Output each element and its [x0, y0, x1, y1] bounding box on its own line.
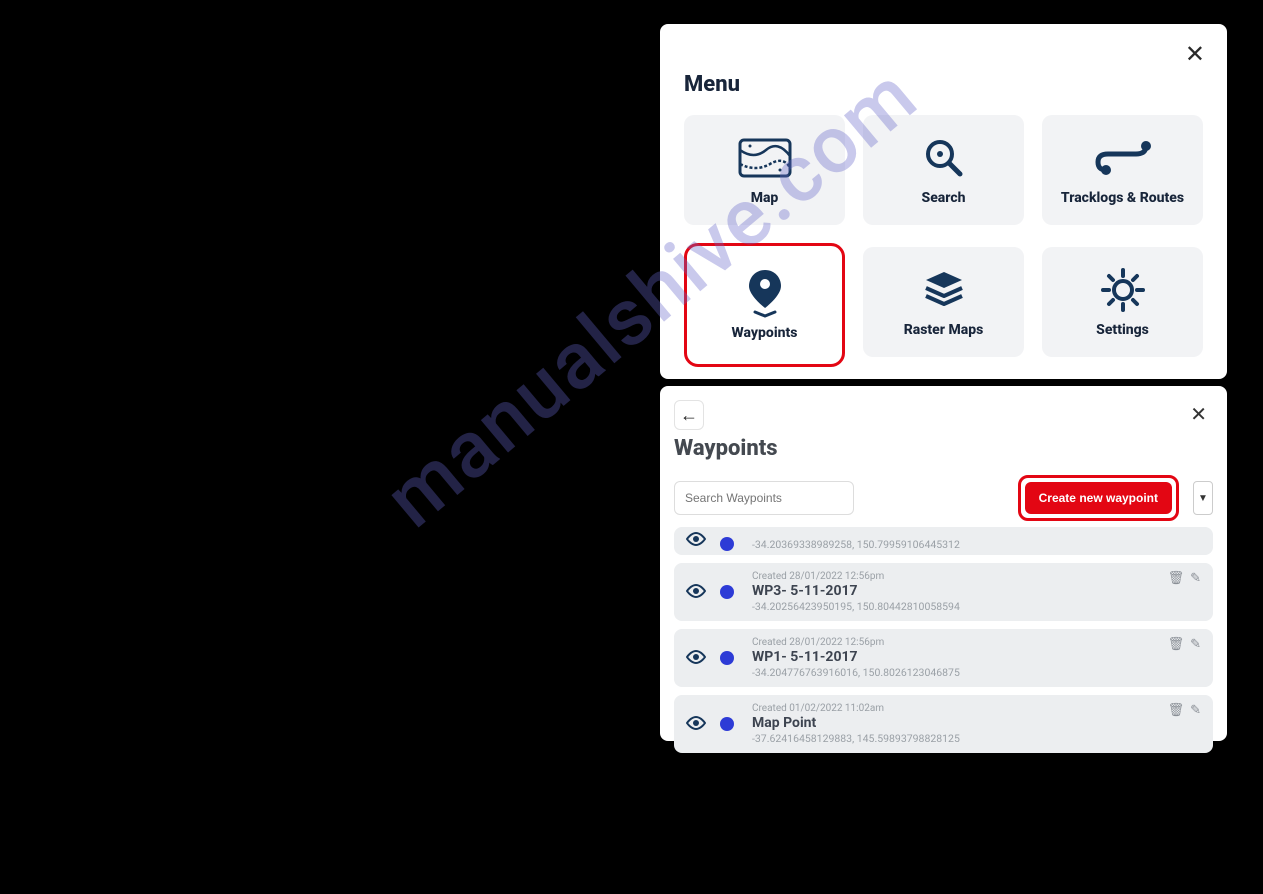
- menu-tile-waypoints[interactable]: Waypoints: [684, 243, 845, 367]
- menu-tile-label: Waypoints: [732, 325, 798, 341]
- menu-panel: ✕ Menu Map Sea: [660, 24, 1227, 379]
- menu-grid: Map Search Tracklogs & Routes: [684, 115, 1203, 367]
- map-icon: [736, 134, 794, 182]
- menu-tile-label: Settings: [1096, 322, 1149, 338]
- delete-icon[interactable]: 🗑: [1168, 571, 1185, 586]
- chevron-down-icon: ▼: [1198, 493, 1208, 504]
- waypoint-name: WP1- 5-11-2017: [752, 649, 1201, 665]
- close-icon[interactable]: ✕: [1190, 402, 1207, 426]
- waypoint-created: Created 28/01/2022 12:56pm: [752, 571, 1201, 582]
- waypoint-color-dot: [720, 585, 734, 599]
- delete-icon[interactable]: 🗑: [1168, 703, 1185, 718]
- waypoints-list: -34.20369338989258, 150.79959106445312 C…: [674, 527, 1213, 753]
- menu-tile-search[interactable]: Search: [863, 115, 1024, 225]
- menu-title: Menu: [684, 72, 1203, 97]
- waypoints-toolbar: Create new waypoint ▼: [674, 475, 1213, 521]
- delete-icon[interactable]: 🗑: [1168, 637, 1185, 652]
- close-icon[interactable]: ✕: [1185, 42, 1205, 66]
- edit-icon[interactable]: ✎: [1190, 637, 1201, 652]
- gear-icon: [1094, 266, 1152, 314]
- waypoint-item[interactable]: Created 28/01/2022 12:56pm WP3- 5-11-201…: [674, 563, 1213, 621]
- waypoint-color-dot: [720, 717, 734, 731]
- edit-icon[interactable]: ✎: [1190, 703, 1201, 718]
- search-icon: [915, 134, 973, 182]
- waypoint-coords: -34.204776763916016, 150.8026123046875: [752, 666, 1201, 679]
- menu-tile-raster[interactable]: Raster Maps: [863, 247, 1024, 357]
- dropdown-toggle[interactable]: ▼: [1193, 481, 1213, 515]
- arrow-left-icon: ←: [680, 405, 698, 426]
- menu-tile-label: Tracklogs & Routes: [1061, 190, 1184, 206]
- waypoint-icon: [736, 269, 794, 317]
- visibility-icon[interactable]: [686, 714, 706, 735]
- back-button[interactable]: ←: [674, 400, 704, 430]
- waypoints-title: Waypoints: [674, 436, 1213, 461]
- waypoint-name: WP3- 5-11-2017: [752, 583, 1201, 599]
- search-input[interactable]: [674, 481, 854, 515]
- create-waypoint-highlight: Create new waypoint: [1018, 475, 1179, 521]
- route-icon: [1094, 134, 1152, 182]
- visibility-icon[interactable]: [686, 648, 706, 669]
- menu-tile-label: Search: [922, 190, 966, 206]
- waypoint-created: Created 01/02/2022 11:02am: [752, 703, 1201, 714]
- menu-tile-tracklogs[interactable]: Tracklogs & Routes: [1042, 115, 1203, 225]
- waypoint-color-dot: [720, 537, 734, 551]
- waypoint-color-dot: [720, 651, 734, 665]
- waypoint-coords: -34.20369338989258, 150.79959106445312: [752, 538, 1201, 551]
- menu-tile-settings[interactable]: Settings: [1042, 247, 1203, 357]
- waypoint-item[interactable]: Created 28/01/2022 12:56pm WP1- 5-11-201…: [674, 629, 1213, 687]
- waypoint-name: Map Point: [752, 715, 1201, 731]
- waypoint-created: Created 28/01/2022 12:56pm: [752, 637, 1201, 648]
- create-waypoint-button[interactable]: Create new waypoint: [1025, 482, 1172, 514]
- waypoints-panel: ✕ ← Waypoints Create new waypoint ▼ -34.…: [660, 386, 1227, 741]
- edit-icon[interactable]: ✎: [1190, 571, 1201, 586]
- menu-tile-label: Raster Maps: [904, 322, 984, 338]
- menu-tile-label: Map: [751, 190, 779, 206]
- waypoint-item[interactable]: Created 01/02/2022 11:02am Map Point -37…: [674, 695, 1213, 753]
- layers-icon: [915, 266, 973, 314]
- waypoint-coords: -37.62416458129883, 145.59893798828125: [752, 732, 1201, 745]
- visibility-icon[interactable]: [686, 530, 706, 551]
- waypoint-item[interactable]: -34.20369338989258, 150.79959106445312: [674, 527, 1213, 555]
- visibility-icon[interactable]: [686, 582, 706, 603]
- menu-tile-map[interactable]: Map: [684, 115, 845, 225]
- waypoint-coords: -34.20256423950195, 150.80442810058594: [752, 600, 1201, 613]
